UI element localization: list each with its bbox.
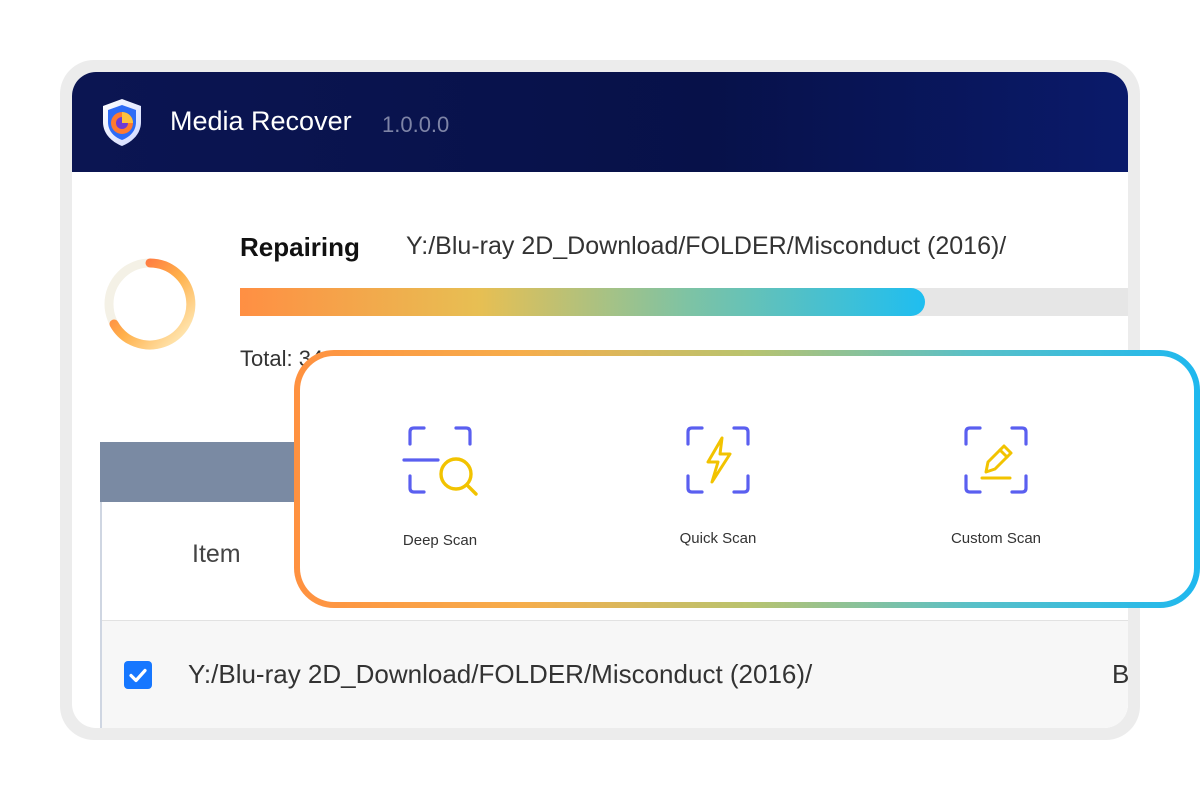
repair-status-label: Repairing (240, 232, 360, 262)
scan-options-card: Deep Scan Quick Scan Custom Scan (294, 350, 1200, 608)
quick-scan-label: Quick Scan (679, 530, 757, 547)
row-path: Y:/Blu-ray 2D_Download/FOLDER/Misconduct… (188, 659, 813, 689)
row-checkbox[interactable] (124, 661, 152, 689)
row-extra: B (1112, 659, 1128, 689)
shield-logo-icon (103, 99, 141, 146)
scan-options-panel: Deep Scan Quick Scan Custom Scan (300, 356, 1194, 602)
app-title: Media Recover (170, 106, 352, 136)
repair-progress-fill (240, 288, 926, 316)
custom-scan-option[interactable]: Custom Scan (896, 356, 1096, 602)
repair-spinner-icon (104, 258, 196, 350)
custom-scan-icon (964, 426, 1028, 494)
deep-scan-icon (402, 426, 478, 496)
custom-scan-label: Custom Scan (950, 530, 1042, 547)
quick-scan-option[interactable]: Quick Scan (618, 356, 818, 602)
app-version: 1.0.0.0 (382, 112, 450, 137)
deep-scan-option[interactable]: Deep Scan (340, 356, 540, 602)
quick-scan-icon (686, 426, 750, 494)
check-icon (129, 668, 147, 683)
repair-path: Y:/Blu-ray 2D_Download/FOLDER/Misconduct… (406, 232, 1007, 260)
table-row[interactable]: Y:/Blu-ray 2D_Download/FOLDER/Misconduct… (102, 620, 1128, 728)
repair-progress-bar (240, 288, 1128, 316)
deep-scan-label: Deep Scan (402, 532, 478, 549)
column-header-item: Item (192, 540, 241, 568)
title-bar: Media Recover 1.0.0.0 (72, 72, 1128, 172)
